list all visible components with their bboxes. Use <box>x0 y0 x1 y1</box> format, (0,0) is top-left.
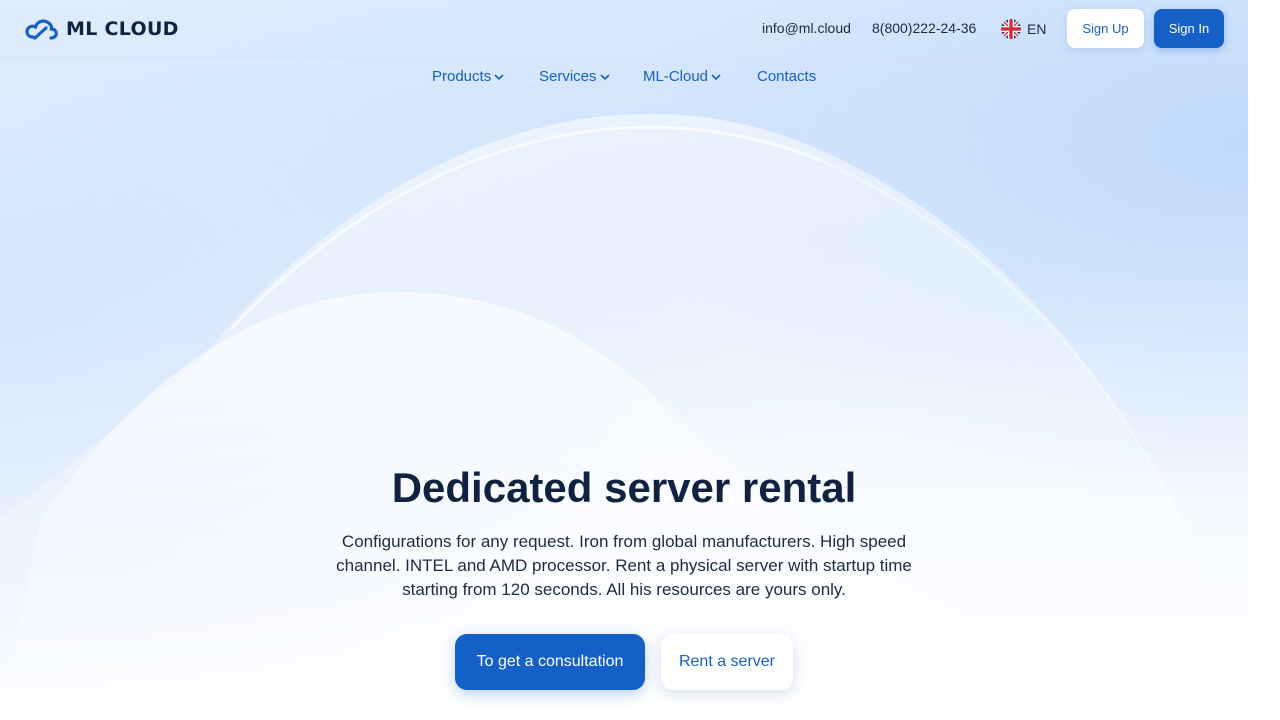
rent-server-button[interactable]: Rent a server <box>661 634 793 690</box>
scrollbar-gutter <box>1248 0 1280 720</box>
nav-item-services[interactable]: Services <box>539 68 610 85</box>
hero-background-art <box>0 0 1248 720</box>
page-viewport: ML CLOUD info@ml.cloud 8(800)222-24-36 E… <box>0 0 1248 720</box>
brand-name: ML CLOUD <box>66 18 179 40</box>
nav-item-label: ML-Cloud <box>643 68 709 85</box>
nav-item-products[interactable]: Products <box>432 68 504 85</box>
site-logo[interactable]: ML CLOUD <box>24 17 179 41</box>
nav-item-label: Contacts <box>757 68 817 85</box>
chevron-down-icon <box>599 73 610 80</box>
sign-in-button[interactable]: Sign In <box>1154 9 1224 48</box>
language-selector[interactable]: EN <box>1001 19 1046 39</box>
sign-up-button[interactable]: Sign Up <box>1067 9 1144 48</box>
contact-phone[interactable]: 8(800)222-24-36 <box>872 20 976 36</box>
nav-item-label: Services <box>539 68 597 85</box>
chevron-down-icon <box>494 73 504 80</box>
nav-item-label: Products <box>432 68 492 85</box>
site-header: ML CLOUD info@ml.cloud 8(800)222-24-36 E… <box>0 0 1248 58</box>
contact-email[interactable]: info@ml.cloud <box>762 20 851 36</box>
uk-flag-icon <box>1001 19 1021 39</box>
chevron-down-icon <box>711 73 721 80</box>
nav-item-ml-cloud[interactable]: ML-Cloud <box>643 68 721 85</box>
language-code: EN <box>1027 21 1047 37</box>
cloud-logo-icon <box>25 19 58 40</box>
hero-description: Configurations for any request. Iron fro… <box>336 532 912 599</box>
nav-item-contacts[interactable]: Contacts <box>757 68 816 85</box>
hero-title: Dedicated server rental <box>391 464 857 511</box>
get-consultation-button[interactable]: To get a consultation <box>455 634 645 690</box>
main-nav: Products Services ML-Cloud Contacts <box>0 68 1248 88</box>
